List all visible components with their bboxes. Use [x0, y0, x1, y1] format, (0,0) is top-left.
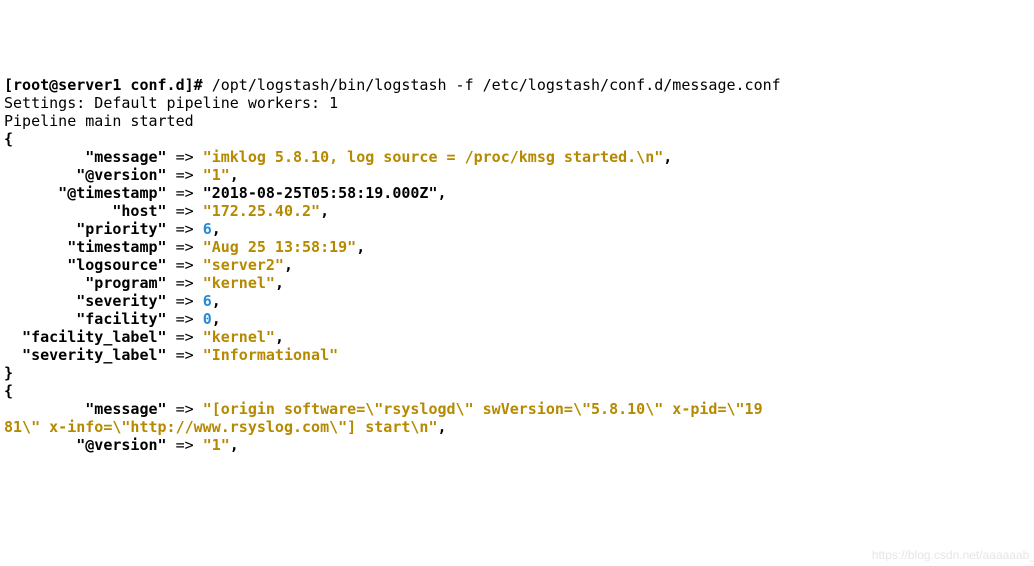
comma: ,	[275, 274, 284, 292]
key-facility-label: "facility_label"	[4, 328, 167, 346]
key-program: "program"	[4, 274, 167, 292]
val-version: "1"	[203, 436, 230, 454]
val-facility: 0	[203, 310, 212, 328]
comma: ,	[212, 310, 221, 328]
val-version: "1"	[203, 166, 230, 184]
arrow: =>	[167, 220, 203, 238]
arrow: =>	[167, 346, 203, 364]
key-facility: "facility"	[4, 310, 167, 328]
comma: ,	[284, 256, 293, 274]
comma: ,	[212, 292, 221, 310]
comma: ,	[212, 220, 221, 238]
arrow: =>	[167, 274, 203, 292]
comma: ,	[320, 202, 329, 220]
val-message: "imklog 5.8.10, log source = /proc/kmsg …	[203, 148, 664, 166]
comma: ,	[230, 436, 239, 454]
val-message-line2: 81\" x-info=\"http://www.rsyslog.com\"] …	[4, 418, 437, 436]
brace-open: {	[4, 382, 13, 400]
key-severity-label: "severity_label"	[4, 346, 167, 364]
val-logsource: "server2"	[203, 256, 284, 274]
val-program: "kernel"	[203, 274, 275, 292]
brace-close: }	[4, 364, 13, 382]
val-ts: "Aug 25 13:58:19"	[203, 238, 357, 256]
pipeline-line: Pipeline main started	[4, 112, 194, 130]
val-severity-label: "Informational"	[203, 346, 338, 364]
val-severity: 6	[203, 292, 212, 310]
val-message-line1: "[origin software=\"rsyslogd\" swVersion…	[203, 400, 763, 418]
comma: ,	[438, 184, 447, 202]
watermark: https://blog.csdn.net/aaaaaab_	[872, 548, 1034, 562]
shell-prompt: [root@server1 conf.d]#	[4, 76, 212, 94]
key-ts: "timestamp"	[4, 238, 167, 256]
key-message: "message"	[4, 400, 167, 418]
val-timestamp: "2018-08-25T05:58:19.000Z"	[203, 184, 438, 202]
val-priority: 6	[203, 220, 212, 238]
settings-line: Settings: Default pipeline workers: 1	[4, 94, 338, 112]
arrow: =>	[167, 202, 203, 220]
arrow: =>	[167, 184, 203, 202]
val-host: "172.25.40.2"	[203, 202, 320, 220]
arrow: =>	[167, 436, 203, 454]
key-version: "@version"	[4, 436, 167, 454]
key-logsource: "logsource"	[4, 256, 167, 274]
key-host: "host"	[4, 202, 167, 220]
terminal-output: [root@server1 conf.d]# /opt/logstash/bin…	[4, 76, 781, 454]
comma: ,	[230, 166, 239, 184]
arrow: =>	[167, 292, 203, 310]
key-timestamp: "@timestamp"	[4, 184, 167, 202]
arrow: =>	[167, 256, 203, 274]
key-message: "message"	[4, 148, 167, 166]
command: /opt/logstash/bin/logstash -f /etc/logst…	[212, 76, 781, 94]
arrow: =>	[167, 328, 203, 346]
arrow: =>	[167, 166, 203, 184]
comma: ,	[437, 418, 446, 436]
key-severity: "severity"	[4, 292, 167, 310]
arrow: =>	[167, 400, 203, 418]
brace-open: {	[4, 130, 13, 148]
arrow: =>	[167, 238, 203, 256]
comma: ,	[275, 328, 284, 346]
val-facility-label: "kernel"	[203, 328, 275, 346]
comma: ,	[356, 238, 365, 256]
comma: ,	[663, 148, 672, 166]
arrow: =>	[167, 148, 203, 166]
key-priority: "priority"	[4, 220, 167, 238]
key-version: "@version"	[4, 166, 167, 184]
arrow: =>	[167, 310, 203, 328]
